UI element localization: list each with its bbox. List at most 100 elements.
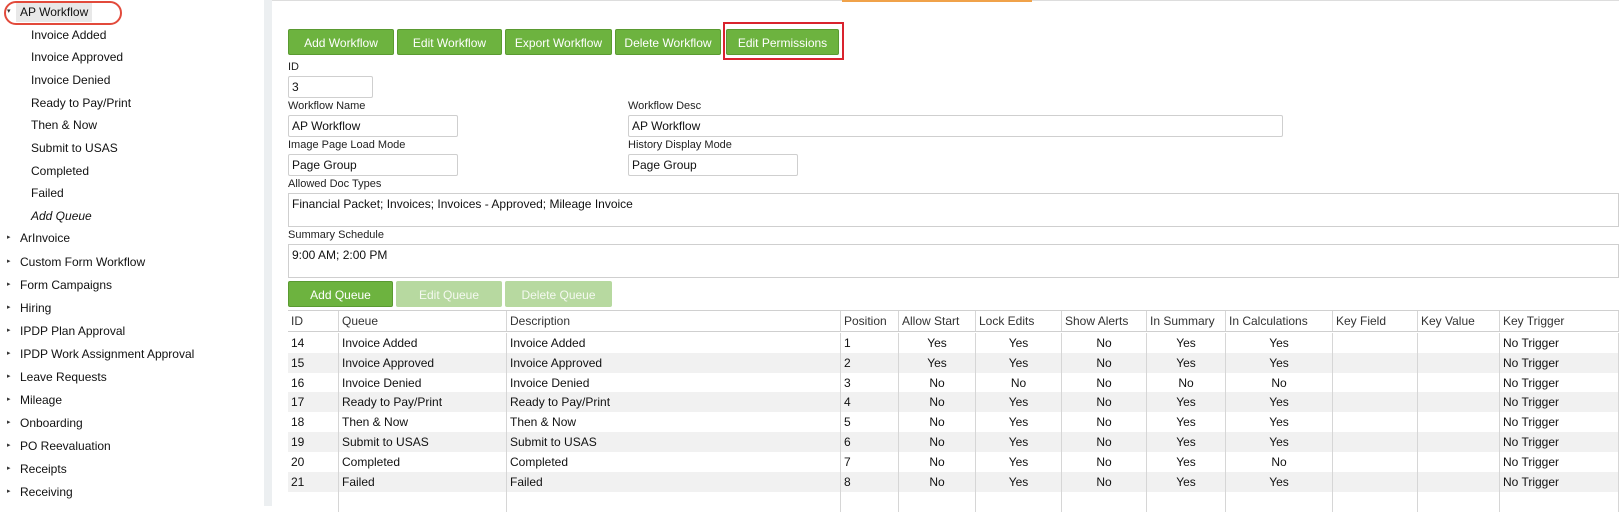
workflow-name-field[interactable]: AP Workflow	[288, 115, 458, 137]
table-cell	[1062, 492, 1147, 512]
column-header[interactable]: Allow Start	[899, 311, 976, 331]
column-header[interactable]: Show Alerts	[1062, 311, 1147, 331]
edit-queue-button[interactable]: Edit Queue	[396, 281, 502, 307]
delete-queue-button[interactable]: Delete Queue	[505, 281, 612, 307]
table-cell	[507, 492, 841, 512]
table-cell: 3	[841, 373, 899, 393]
table-row[interactable]: 16 Invoice Denied Invoice Denied 3 No No No No N…	[288, 373, 1619, 393]
table-cell: Yes	[1226, 392, 1333, 412]
image-page-load-mode-label: Image Page Load Mode	[288, 139, 406, 151]
column-header[interactable]: Key Trigger	[1500, 311, 1619, 331]
table-cell: 8	[841, 472, 899, 492]
table-row[interactable]: 15 Invoice Approved Invoice Approved 2 Yes Ye…	[288, 353, 1619, 373]
table-cell	[1333, 373, 1418, 393]
tree-item-label: IPDP Plan Approval	[20, 324, 126, 338]
tree-item-label: Form Campaigns	[20, 278, 113, 292]
table-cell: Yes	[1147, 452, 1226, 472]
collapsed-arrow-icon[interactable]: ▸	[7, 436, 11, 456]
table-cell: No Trigger	[1500, 392, 1619, 412]
table-cell: No	[899, 452, 976, 472]
allowed-doc-types-label: Allowed Doc Types	[288, 178, 382, 190]
table-row[interactable]: 14 Invoice Added Invoice Added 1 Yes Yes No Yes…	[288, 333, 1619, 353]
table-cell: No Trigger	[1500, 452, 1619, 472]
table-cell: Yes	[1226, 353, 1333, 373]
summary-schedule-label: Summary Schedule	[288, 229, 384, 241]
column-header[interactable]: ID	[288, 311, 339, 331]
tree-item-label: Add Queue	[31, 209, 92, 223]
edit-workflow-button[interactable]: Edit Workflow	[397, 29, 502, 55]
table-cell: Yes	[976, 432, 1062, 452]
table-cell: 4	[841, 392, 899, 412]
table-cell: Ready to Pay/Print	[339, 392, 507, 412]
column-header[interactable]: In Summary	[1147, 311, 1226, 331]
table-cell: No Trigger	[1500, 373, 1619, 393]
collapsed-arrow-icon[interactable]: ▸	[7, 252, 11, 272]
table-cell: Failed	[339, 472, 507, 492]
table-cell: Ready to Pay/Print	[507, 392, 841, 412]
column-header[interactable]: Description	[507, 311, 841, 331]
table-cell: Completed	[339, 452, 507, 472]
table-cell: No	[899, 472, 976, 492]
table-cell	[1418, 373, 1500, 393]
allowed-doc-types-field[interactable]: Financial Packet; Invoices; Invoices - A…	[288, 193, 1619, 227]
table-cell: No Trigger	[1500, 412, 1619, 432]
collapsed-arrow-icon[interactable]: ▸	[7, 459, 11, 479]
table-cell: No	[1062, 373, 1147, 393]
add-queue-button[interactable]: Add Queue	[288, 281, 393, 307]
image-page-load-mode-field[interactable]: Page Group	[288, 154, 458, 176]
table-row[interactable]: 20 Completed Completed 7 No Yes No Yes No No Trig…	[288, 452, 1619, 472]
column-header[interactable]: Queue	[339, 311, 507, 331]
table-cell: 19	[288, 432, 339, 452]
edit-permissions-button[interactable]: Edit Permissions	[726, 29, 839, 55]
table-cell: Yes	[1147, 432, 1226, 452]
collapsed-arrow-icon[interactable]: ▸	[7, 482, 11, 502]
table-row[interactable]: 18 Then & Now Then & Now 5 No Yes No Yes Yes No T…	[288, 412, 1619, 432]
tree-item-label: Receiving	[20, 485, 73, 499]
tree-item-label: Ready to Pay/Print	[31, 96, 132, 110]
collapsed-arrow-icon[interactable]: ▸	[7, 344, 11, 364]
tree-item-label: Onboarding	[20, 416, 83, 430]
id-field[interactable]: 3	[288, 76, 373, 98]
expanded-arrow-icon[interactable]: ▾	[7, 2, 11, 22]
table-cell: Invoice Added	[507, 333, 841, 353]
table-row[interactable]: 19 Submit to USAS Submit to USAS 6 No Yes No Ye…	[288, 432, 1619, 452]
table-cell	[841, 492, 899, 512]
workflow-desc-field[interactable]: AP Workflow	[628, 115, 1283, 137]
delete-workflow-button[interactable]: Delete Workflow	[615, 29, 721, 55]
collapsed-arrow-icon[interactable]: ▸	[7, 390, 11, 410]
add-workflow-button[interactable]: Add Workflow	[288, 29, 394, 55]
collapsed-arrow-icon[interactable]: ▸	[7, 321, 11, 341]
table-row[interactable]: 17 Ready to Pay/Print Ready to Pay/Print 4 N…	[288, 392, 1619, 412]
column-header[interactable]: Lock Edits	[976, 311, 1062, 331]
table-cell: Yes	[1147, 392, 1226, 412]
column-header[interactable]: Position	[841, 311, 899, 331]
collapsed-arrow-icon[interactable]: ▸	[7, 298, 11, 318]
table-cell	[1333, 452, 1418, 472]
history-display-mode-field[interactable]: Page Group	[628, 154, 798, 176]
collapsed-arrow-icon[interactable]: ▸	[7, 367, 11, 387]
table-cell: Yes	[1147, 353, 1226, 373]
summary-schedule-field[interactable]: 9:00 AM; 2:00 PM	[288, 244, 1619, 278]
collapsed-arrow-icon[interactable]: ▸	[7, 228, 11, 248]
table-cell: Yes	[1147, 412, 1226, 432]
export-workflow-button[interactable]: Export Workflow	[505, 29, 612, 55]
column-header[interactable]: In Calculations	[1226, 311, 1333, 331]
column-header[interactable]: Key Field	[1333, 311, 1418, 331]
table-cell: No	[1062, 392, 1147, 412]
table-cell: Yes	[1147, 333, 1226, 353]
table-cell: Yes	[899, 333, 976, 353]
table-cell: 2	[841, 353, 899, 373]
table-cell: Submit to USAS	[507, 432, 841, 452]
queue-table: ID Queue Description Position Allow Start Loc…	[288, 310, 1619, 512]
tree-item-label: Failed	[31, 186, 64, 200]
table-cell: No	[899, 412, 976, 432]
id-label: ID	[288, 61, 299, 73]
collapsed-arrow-icon[interactable]: ▸	[7, 413, 11, 433]
table-cell	[1418, 432, 1500, 452]
table-cell: No Trigger	[1500, 472, 1619, 492]
table-row[interactable]: 21 Failed Failed 8 No Yes No Yes Yes No Trigger	[288, 472, 1619, 492]
tree-item-label: AP Workflow	[16, 2, 93, 22]
collapsed-arrow-icon[interactable]: ▸	[7, 275, 11, 295]
column-header[interactable]: Key Value	[1418, 311, 1500, 331]
table-cell	[1333, 392, 1418, 412]
